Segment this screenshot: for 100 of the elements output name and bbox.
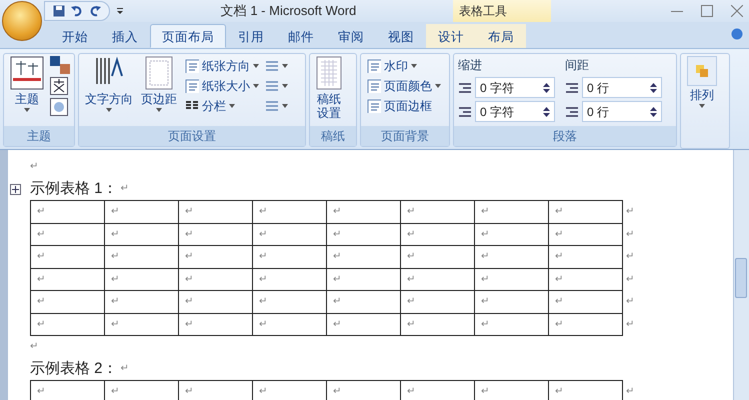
theme-button[interactable]: 主题 bbox=[8, 56, 46, 124]
table-cell: ↵ bbox=[30, 380, 104, 400]
margins-button[interactable]: 页边距 bbox=[139, 56, 179, 124]
margins-icon bbox=[144, 56, 174, 90]
maximize-icon[interactable] bbox=[701, 5, 713, 17]
dropdown-caret-icon bbox=[253, 63, 259, 69]
table-cell: ↵ bbox=[104, 290, 178, 313]
table-cell: ↵ bbox=[326, 200, 400, 223]
manuscript-settings-button[interactable]: 稿纸设置 bbox=[314, 56, 344, 124]
table-cell: ↵ bbox=[474, 380, 548, 400]
spinner-arrows-icon bbox=[543, 82, 550, 94]
indent-icon bbox=[458, 80, 472, 94]
row-end-mark: ↵ bbox=[622, 246, 634, 268]
table-cell: ↵ bbox=[252, 223, 326, 246]
table-cell: ↵ bbox=[178, 313, 252, 336]
table-cell: ↵ bbox=[548, 290, 622, 313]
table-cell: ↵ bbox=[30, 200, 104, 223]
ribbon-tab[interactable]: 布局 bbox=[476, 24, 526, 48]
table-cell: ↵ bbox=[548, 223, 622, 246]
group-label: 页面设置 bbox=[79, 126, 305, 146]
table-cell: ↵ bbox=[400, 246, 474, 268]
group-label: 页面背景 bbox=[361, 126, 449, 146]
spinner-arrows-icon bbox=[650, 82, 657, 94]
row-end-mark: ↵ bbox=[622, 313, 634, 336]
dropdown-caret-icon bbox=[229, 103, 235, 109]
paragraph-mark: ↵ bbox=[120, 362, 129, 376]
table-cell: ↵ bbox=[178, 268, 252, 290]
spacing-spinner[interactable]: 0 行 bbox=[582, 77, 662, 98]
save-icon[interactable] bbox=[53, 5, 65, 17]
arrange-icon bbox=[687, 56, 717, 86]
paragraph-mark: ↵ bbox=[30, 160, 38, 174]
page-setup-item[interactable]: 分栏 bbox=[183, 96, 261, 116]
ribbon-tab[interactable]: 插入 bbox=[100, 24, 150, 48]
ribbon-tab[interactable]: 设计 bbox=[426, 24, 476, 48]
table-cell: ↵ bbox=[474, 313, 548, 336]
context-tab-label: 表格工具 bbox=[453, 0, 551, 22]
table-cell: ↵ bbox=[548, 246, 622, 268]
table-cell: ↵ bbox=[30, 246, 104, 268]
dropdown-caret-icon bbox=[253, 83, 259, 89]
spacing-icon bbox=[565, 104, 579, 118]
office-button[interactable] bbox=[2, 1, 42, 41]
dropdown-caret-icon bbox=[282, 63, 288, 69]
theme-fonts-icon bbox=[50, 77, 70, 95]
dropdown-caret-icon bbox=[435, 83, 441, 89]
table-cell: ↵ bbox=[178, 246, 252, 268]
row-end-mark: ↵ bbox=[622, 200, 634, 223]
table-cell: ↵ bbox=[474, 223, 548, 246]
close-icon[interactable] bbox=[731, 5, 743, 17]
theme-effects-icon bbox=[50, 98, 70, 116]
table-cell: ↵ bbox=[104, 268, 178, 290]
table-cell: ↵ bbox=[252, 380, 326, 400]
group-label: 主题 bbox=[4, 126, 74, 146]
dropdown-caret-icon bbox=[106, 106, 112, 113]
ribbon-tab[interactable]: 页面布局 bbox=[150, 24, 226, 48]
watermark-button[interactable]: 水印 bbox=[365, 56, 443, 76]
row-end-mark: ↵ bbox=[622, 223, 634, 246]
table-cell: ↵ bbox=[474, 268, 548, 290]
ribbon-tab[interactable]: 邮件 bbox=[276, 24, 326, 48]
group-label: 稿纸 bbox=[310, 126, 356, 146]
table-cell: ↵ bbox=[178, 200, 252, 223]
ribbon-tab[interactable]: 引用 bbox=[226, 24, 276, 48]
text-direction-button[interactable]: 文字方向 bbox=[83, 56, 135, 124]
page-setup-item[interactable]: 纸张大小 bbox=[183, 76, 261, 96]
table-cell: ↵ bbox=[252, 246, 326, 268]
indent-spinner[interactable]: 0 字符 bbox=[475, 101, 555, 122]
window-title: 文档 1 - Microsoft Word bbox=[220, 2, 356, 20]
table-cell: ↵ bbox=[474, 200, 548, 223]
table-cell: ↵ bbox=[474, 246, 548, 268]
table-cell: ↵ bbox=[178, 223, 252, 246]
scroll-thumb[interactable] bbox=[735, 258, 747, 298]
page-color-button[interactable]: 页面颜色 bbox=[365, 76, 443, 96]
redo-icon[interactable] bbox=[89, 5, 101, 17]
table-cell: ↵ bbox=[326, 313, 400, 336]
page-setup-item[interactable]: 纸张方向 bbox=[183, 56, 261, 76]
ribbon-tab[interactable]: 审阅 bbox=[326, 24, 376, 48]
table-cell: ↵ bbox=[400, 223, 474, 246]
ribbon-tab[interactable]: 开始 bbox=[50, 24, 100, 48]
theme-colors-icon bbox=[50, 56, 70, 74]
table-cell: ↵ bbox=[326, 290, 400, 313]
indent-spinner[interactable]: 0 字符 bbox=[475, 77, 555, 98]
table-cell: ↵ bbox=[548, 313, 622, 336]
ribbon-tab[interactable]: 视图 bbox=[376, 24, 426, 48]
spacing-spinner[interactable]: 0 行 bbox=[582, 101, 662, 122]
table-cell: ↵ bbox=[30, 223, 104, 246]
dropdown-caret-icon bbox=[411, 63, 417, 69]
table-cell: ↵ bbox=[400, 380, 474, 400]
table-cell: ↵ bbox=[104, 200, 178, 223]
table-cell: ↵ bbox=[104, 380, 178, 400]
table-move-handle-icon[interactable] bbox=[10, 184, 21, 195]
row-end-mark: ↵ bbox=[622, 380, 634, 400]
scrollbar[interactable] bbox=[733, 150, 749, 400]
dropdown-caret-icon bbox=[699, 102, 705, 109]
table-cell: ↵ bbox=[30, 290, 104, 313]
indent-label: 缩进 bbox=[458, 57, 483, 74]
spinner-arrows-icon bbox=[650, 106, 657, 118]
paragraph-mark: ↵ bbox=[120, 182, 129, 196]
row-end-mark: ↵ bbox=[622, 268, 634, 290]
undo-icon[interactable] bbox=[71, 5, 83, 17]
customize-toolbar-icon[interactable] bbox=[116, 7, 124, 15]
page-borders-button[interactable]: 页面边框 bbox=[365, 96, 443, 116]
